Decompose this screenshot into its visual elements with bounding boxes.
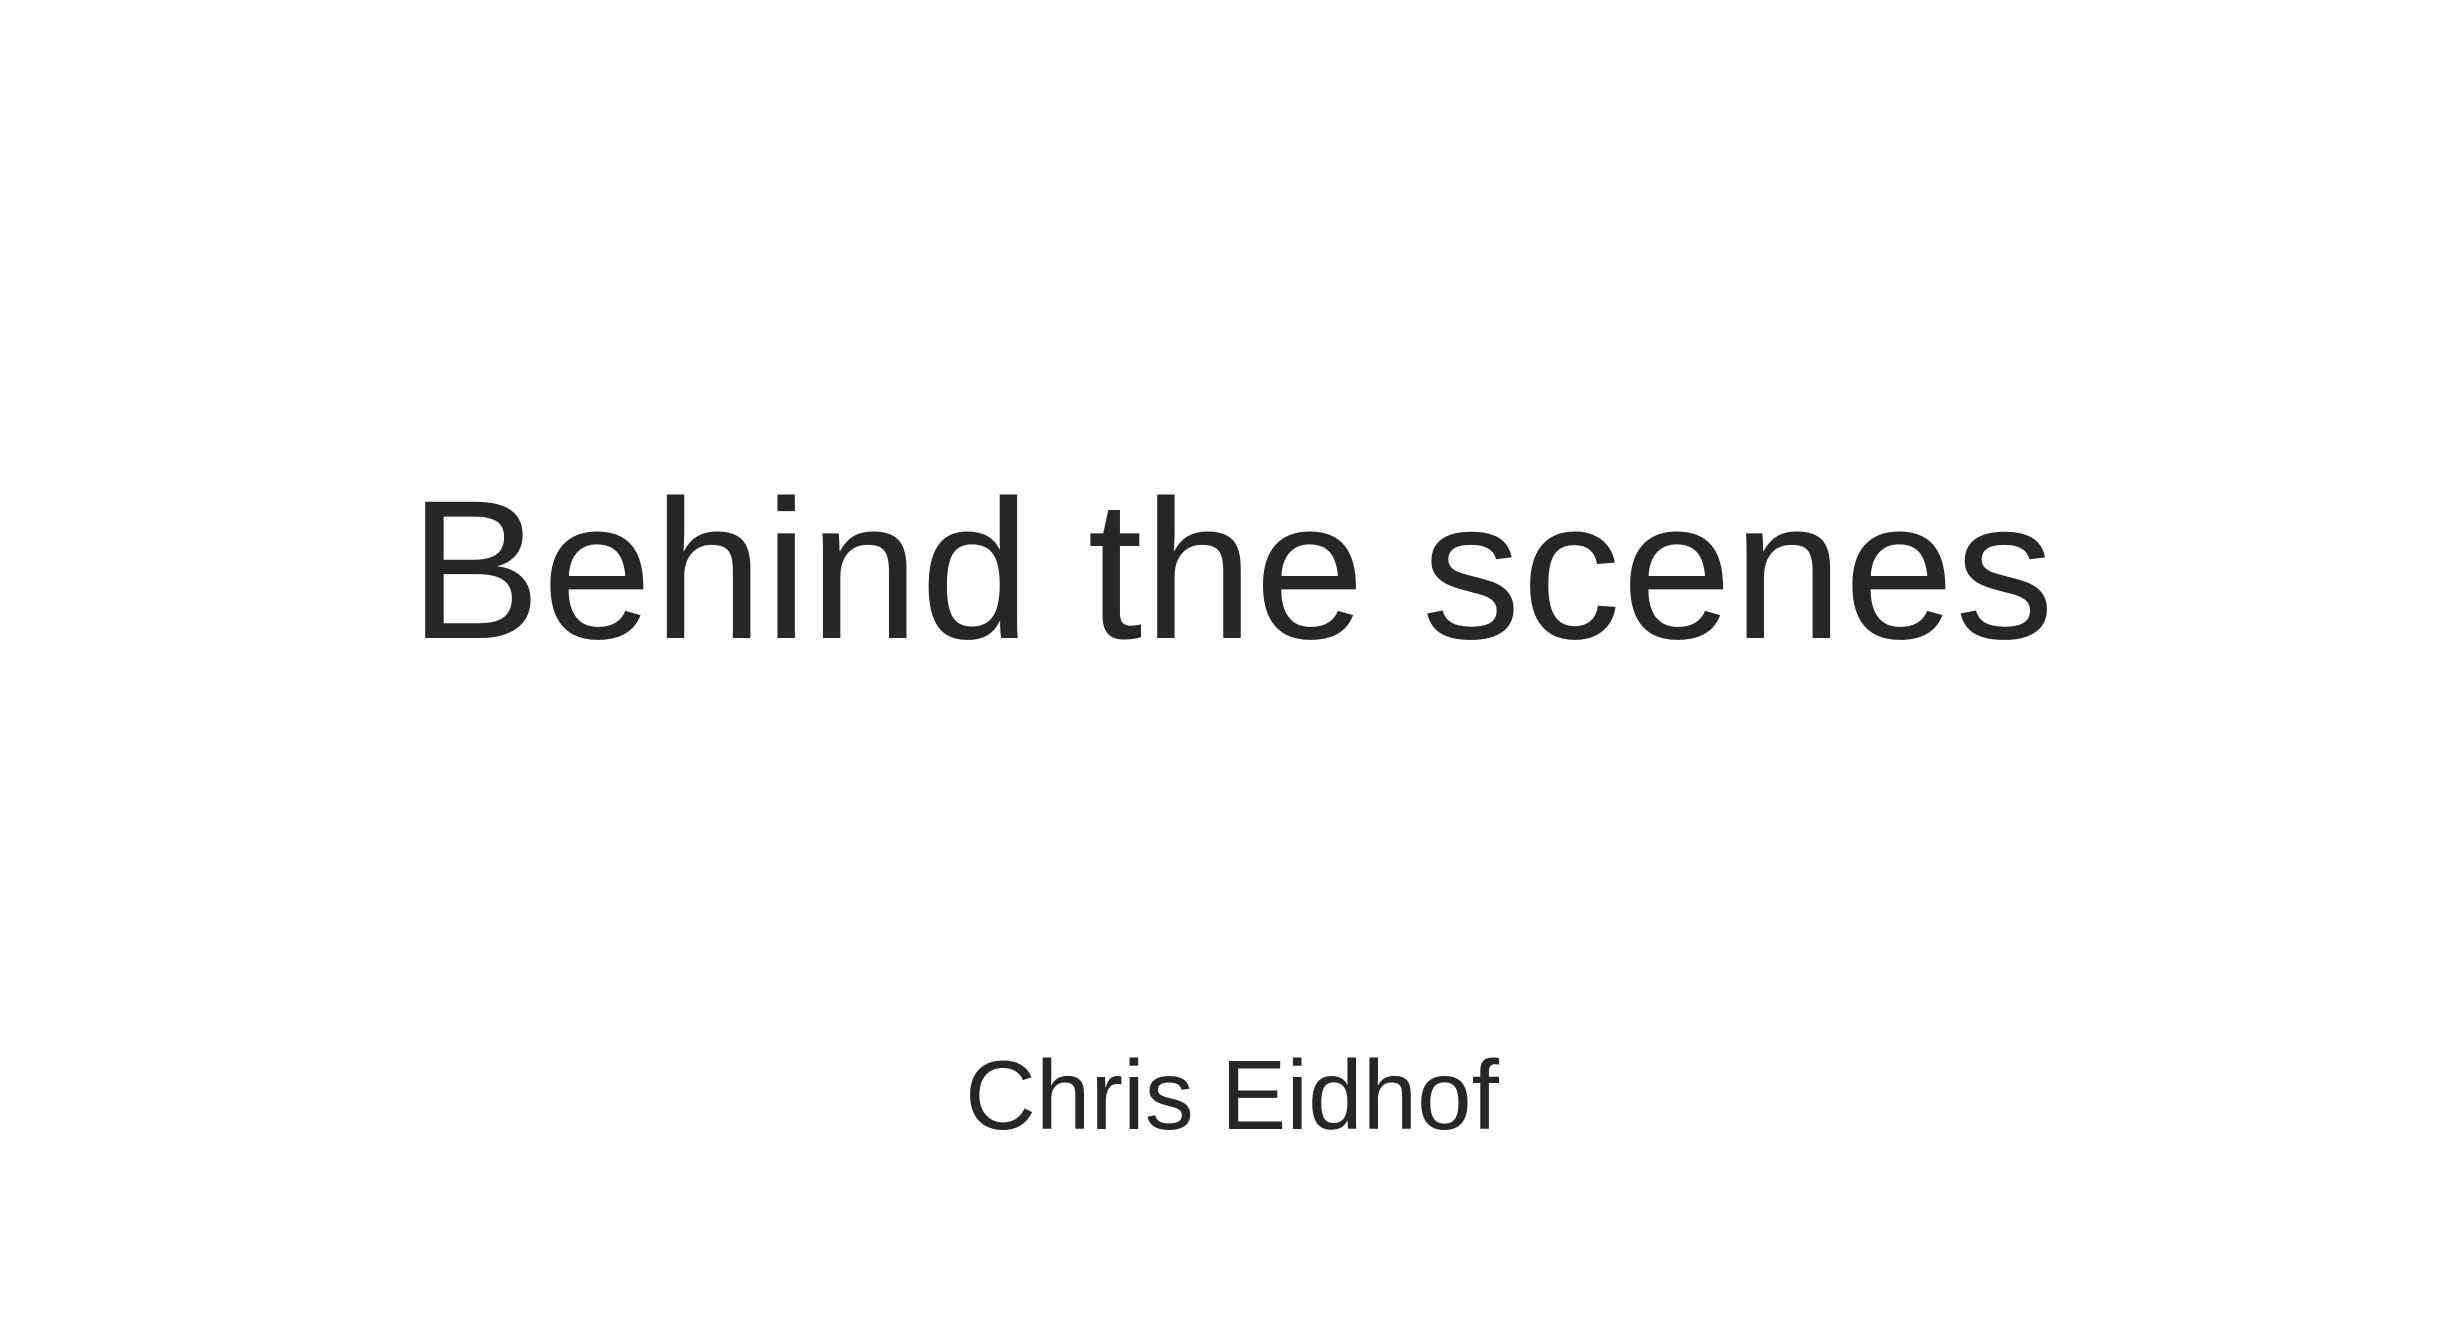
slide-title: Behind the scenes (408, 459, 2056, 680)
slide: Behind the scenes Chris Eidhof (0, 0, 2464, 1324)
slide-author: Chris Eidhof (965, 1040, 1499, 1150)
